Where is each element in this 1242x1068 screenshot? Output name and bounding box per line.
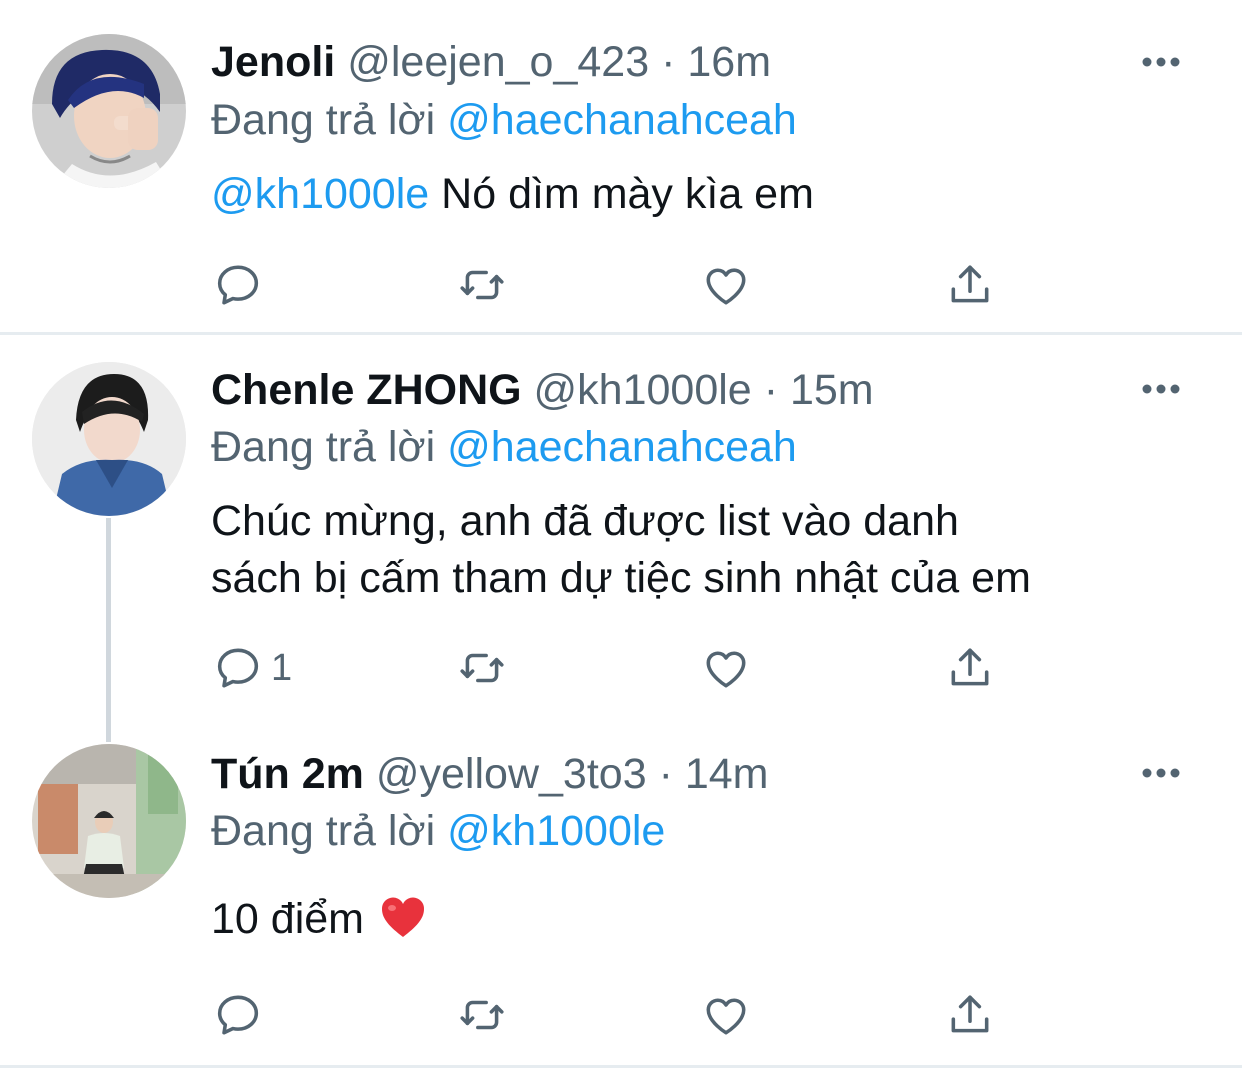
timestamp[interactable]: 16m	[687, 38, 771, 86]
reply-icon	[213, 990, 263, 1040]
tweet-header: Chenle ZHONG @kh1000le · 15m	[211, 364, 874, 416]
tweet-text: Chúc mừng, anh đã được list vào danh sác…	[211, 493, 1201, 607]
avatar-image	[32, 34, 186, 188]
display-name[interactable]: Jenoli	[211, 38, 335, 86]
replying-to-mention[interactable]: @haechanahceah	[447, 423, 797, 471]
avatar[interactable]	[32, 34, 186, 188]
timestamp[interactable]: 14m	[685, 750, 769, 798]
retweet-icon	[457, 260, 507, 310]
replying-prefix: Đang trả lời	[211, 807, 436, 855]
like-button[interactable]	[701, 643, 751, 693]
red-heart-icon	[381, 897, 424, 937]
replying-prefix: Đang trả lời	[211, 96, 436, 144]
avatar-image	[32, 744, 186, 898]
username[interactable]: @yellow_3to3	[376, 750, 647, 798]
retweet-button[interactable]	[457, 643, 507, 693]
replying-to-mention[interactable]: @kh1000le	[447, 807, 665, 855]
like-button[interactable]	[701, 260, 751, 310]
retweet-icon	[457, 643, 507, 693]
avatar-image	[32, 362, 186, 516]
separator-dot: ·	[661, 38, 676, 86]
tweet-text: @kh1000le Nó dìm mày kìa em	[211, 166, 1201, 223]
more-icon[interactable]	[1140, 55, 1182, 69]
text-line: sách bị cấm tham dự tiệc sinh nhật của e…	[211, 554, 1031, 602]
like-button[interactable]	[701, 990, 751, 1040]
reply-button[interactable]: 1	[213, 643, 292, 693]
share-icon	[945, 260, 995, 310]
display-name[interactable]: Tún 2m	[211, 750, 364, 798]
separator-dot: ·	[658, 750, 673, 798]
replying-to: Đang trả lời @haechanahceah	[211, 94, 797, 146]
more-icon[interactable]	[1140, 766, 1182, 780]
action-bar	[211, 990, 1031, 1040]
avatar[interactable]	[32, 362, 186, 516]
reply-icon	[213, 260, 263, 310]
share-icon	[945, 643, 995, 693]
text-line: Chúc mừng, anh đã được list vào danh	[211, 497, 959, 545]
replying-to: Đang trả lời @kh1000le	[211, 805, 665, 857]
username[interactable]: @leejen_o_423	[347, 38, 649, 86]
share-button[interactable]	[945, 643, 995, 693]
action-bar	[211, 260, 1031, 310]
tweet-header: Jenoli @leejen_o_423 · 16m	[211, 36, 771, 88]
replying-to-mention[interactable]: @haechanahceah	[447, 96, 797, 144]
tweet[interactable]: Chenle ZHONG @kh1000le · 15m Đang trả lờ…	[0, 335, 1242, 715]
tweet-header: Tún 2m @yellow_3to3 · 14m	[211, 748, 769, 800]
tweet[interactable]: Jenoli @leejen_o_423 · 16m Đang trả lời …	[0, 0, 1242, 332]
heart-icon	[701, 643, 751, 693]
heart-icon	[701, 260, 751, 310]
share-button[interactable]	[945, 990, 995, 1040]
retweet-icon	[457, 990, 507, 1040]
display-name[interactable]: Chenle ZHONG	[211, 366, 522, 414]
retweet-button[interactable]	[457, 260, 507, 310]
reply-icon	[213, 643, 263, 693]
share-button[interactable]	[945, 260, 995, 310]
separator-dot: ·	[763, 366, 779, 414]
timestamp[interactable]: 15m	[790, 366, 874, 414]
retweet-button[interactable]	[457, 990, 507, 1040]
text-body: Nó dìm mày kìa em	[429, 170, 814, 218]
username[interactable]: @kh1000le	[534, 366, 752, 414]
avatar[interactable]	[32, 744, 186, 898]
reply-count: 1	[271, 646, 293, 689]
tweet[interactable]: Tún 2m @yellow_3to3 · 14m Đang trả lời @…	[0, 715, 1242, 1068]
reply-button[interactable]	[213, 990, 263, 1040]
action-bar: 1	[211, 643, 1031, 693]
reply-button[interactable]	[213, 260, 263, 310]
tweet-text: 10 điểm	[211, 891, 1201, 948]
share-icon	[945, 990, 995, 1040]
text-mention[interactable]: @kh1000le	[211, 170, 429, 218]
text-body: 10 điểm	[211, 895, 364, 943]
heart-icon	[701, 990, 751, 1040]
replying-prefix: Đang trả lời	[211, 423, 436, 471]
replying-to: Đang trả lời @haechanahceah	[211, 421, 797, 473]
more-icon[interactable]	[1140, 382, 1182, 396]
